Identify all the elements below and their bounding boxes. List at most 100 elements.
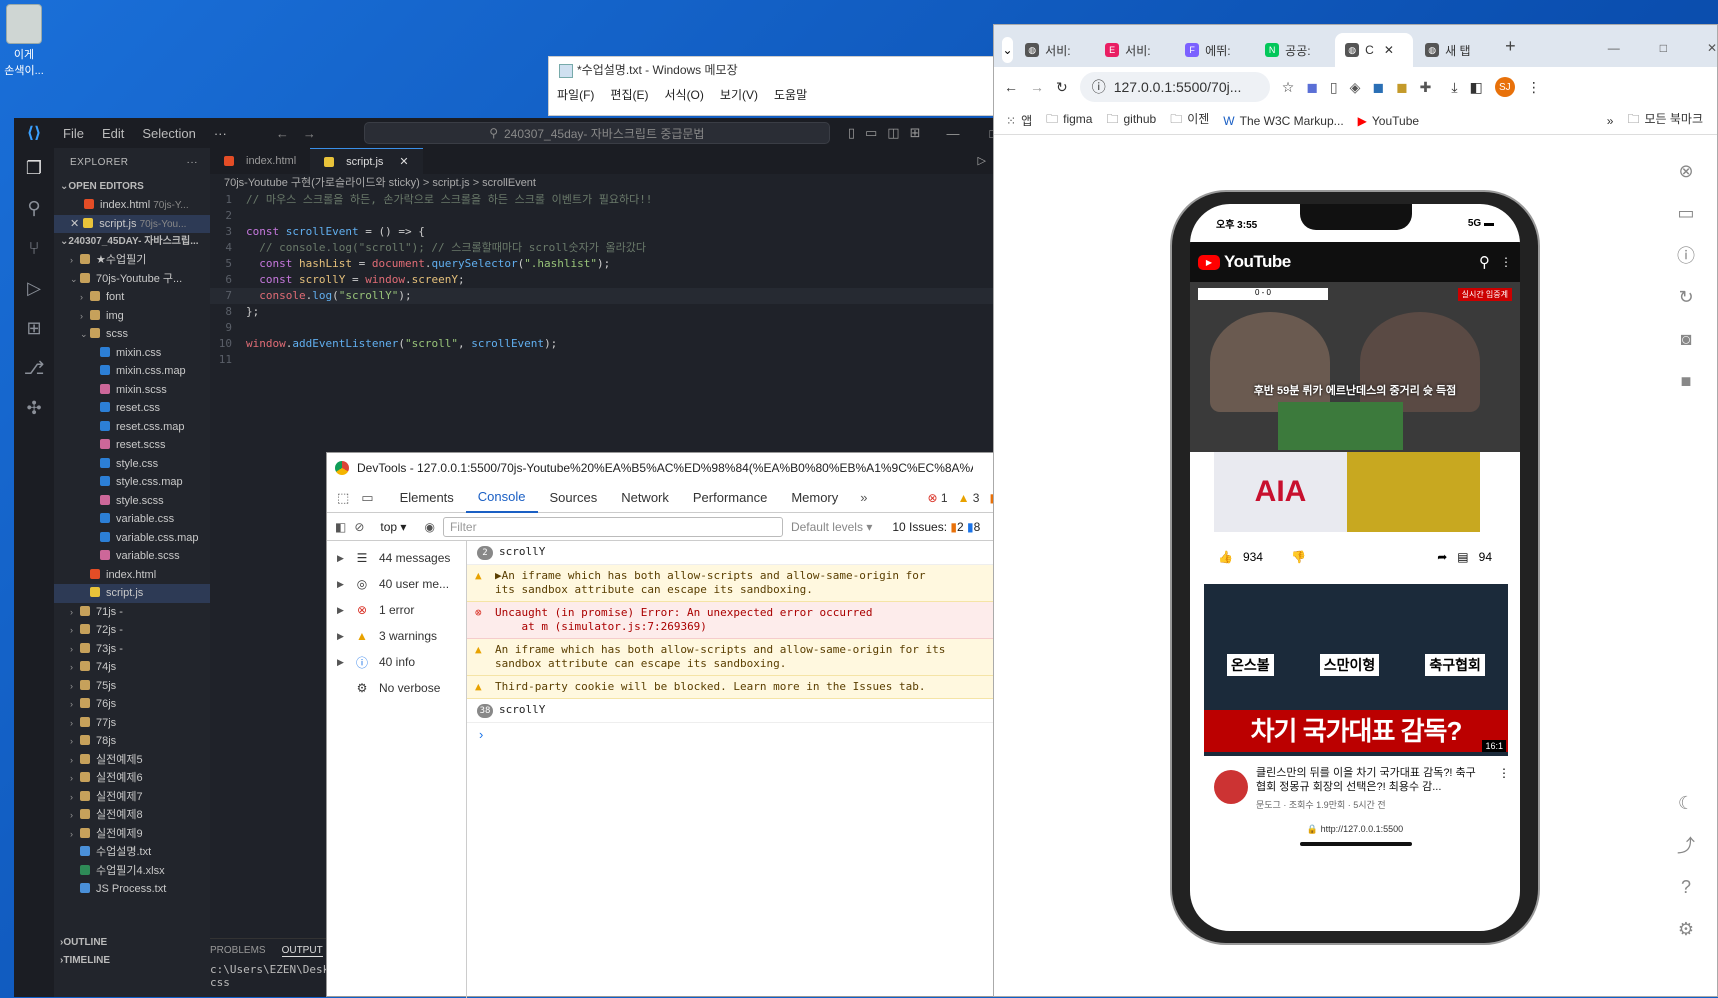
- code-line[interactable]: 10 window.addEventListener("scroll", scro…: [210, 336, 1000, 352]
- code-line[interactable]: 2: [210, 208, 1000, 224]
- bookmark-item[interactable]: W The W3C Markup...: [1223, 114, 1343, 128]
- kebab-menu-icon[interactable]: ⋮: [1527, 79, 1541, 96]
- tree-item[interactable]: variable.css: [54, 510, 210, 529]
- video2-title[interactable]: 클린스만의 뒤를 이을 차기 국가대표 감독?! 축구협회 정몽규 회장의 선택…: [1256, 766, 1478, 794]
- tab-elements[interactable]: Elements: [388, 484, 466, 512]
- browser-tab[interactable]: ◍ C ✕: [1335, 33, 1414, 67]
- video-icon[interactable]: ■: [1664, 360, 1708, 402]
- remote-icon[interactable]: ✣: [14, 388, 54, 428]
- channel-avatar[interactable]: [1214, 770, 1248, 804]
- code-line[interactable]: 1 // 마우스 스크롤을 하든, 손가락으로 스크롤을 하든 스크롤 이벤트가 …: [210, 192, 1000, 208]
- dark-mode-icon[interactable]: ☾: [1664, 782, 1708, 824]
- tree-item[interactable]: 수업설명.txt: [54, 843, 210, 862]
- all-bookmarks[interactable]: 🗀 모든 북마크: [1627, 110, 1703, 131]
- menu-more[interactable]: ···: [205, 126, 236, 141]
- notepad-menu-format[interactable]: 서식(O): [664, 86, 703, 103]
- share-icon[interactable]: ➦: [1437, 550, 1447, 564]
- download-icon[interactable]: ⤓: [1451, 79, 1457, 96]
- tree-item[interactable]: style.css.map: [54, 473, 210, 492]
- tab-performance[interactable]: Performance: [681, 484, 779, 512]
- tab-network[interactable]: Network: [609, 484, 681, 512]
- close-icon[interactable]: ✕: [1384, 43, 1394, 57]
- help-icon[interactable]: ?: [1664, 866, 1708, 908]
- extension-icon-4[interactable]: ◼: [1372, 79, 1384, 96]
- bookmark-item[interactable]: ▶ YouTube: [1358, 114, 1419, 128]
- notepad-menu-view[interactable]: 보기(V): [720, 86, 758, 103]
- rotate-icon[interactable]: ↻: [1664, 276, 1708, 318]
- tree-item[interactable]: › 76js: [54, 695, 210, 714]
- side-panel-icon[interactable]: ◧: [1470, 79, 1483, 96]
- console-sidebar-item[interactable]: ▶ ▲ 3 warnings: [327, 623, 466, 649]
- filter-input[interactable]: Filter: [442, 516, 783, 537]
- phone-screen[interactable]: 오후 3:55 5G ▬ ▶ YouTube ⚲ ⋮ 0 - 0 실시간 입중계…: [1190, 204, 1520, 931]
- git-graph-icon[interactable]: ⎇: [14, 348, 54, 388]
- browser-tab[interactable]: E 서비:: [1095, 33, 1173, 67]
- timeline-header[interactable]: ›TIMELINE: [54, 952, 210, 970]
- more-bookmarks-icon[interactable]: »: [1607, 114, 1614, 128]
- extensions-icon[interactable]: ⊞: [14, 308, 54, 348]
- tree-item[interactable]: › 73js -: [54, 640, 210, 659]
- avatar[interactable]: SJ: [1494, 77, 1515, 97]
- breadcrumb[interactable]: 70js-Youtube 구현(가로슬라이드와 sticky) > script…: [210, 174, 1000, 192]
- code-line[interactable]: 6 const scrollY = window.screenY;: [210, 272, 1000, 288]
- bookmark-star-icon[interactable]: ☆: [1282, 79, 1295, 96]
- tab-search-icon[interactable]: ⌄: [1002, 37, 1014, 63]
- outline-header[interactable]: ›OUTLINE: [54, 934, 210, 952]
- inspect-element-icon[interactable]: ⬚: [327, 490, 357, 506]
- extension-icon-5[interactable]: ◼: [1396, 79, 1408, 96]
- tree-item[interactable]: reset.css: [54, 399, 210, 418]
- maximize-icon[interactable]: □: [1660, 41, 1667, 55]
- code-line[interactable]: 5 const hashList = document.querySelecto…: [210, 256, 1000, 272]
- dislike-icon[interactable]: 👎: [1291, 550, 1306, 564]
- tree-item[interactable]: › 실전예제5: [54, 751, 210, 770]
- tree-item[interactable]: index.html: [54, 566, 210, 585]
- log-levels-dropdown[interactable]: Default levels ▾: [791, 520, 872, 534]
- tree-item[interactable]: reset.css.map: [54, 418, 210, 437]
- tab-output[interactable]: OUTPUT: [281, 945, 323, 957]
- close-circle-icon[interactable]: ⊗: [1664, 150, 1708, 192]
- comment-icon[interactable]: ▤: [1457, 550, 1468, 564]
- camera-icon[interactable]: ◙: [1664, 318, 1708, 360]
- workspace-header[interactable]: ⌄240307_45DAY- 자바스크립...: [54, 233, 210, 251]
- tree-item[interactable]: › 74js: [54, 658, 210, 677]
- open-editor-item[interactable]: ✕ script.js 70js-You...: [54, 214, 210, 233]
- code-line[interactable]: 3 const scrollEvent = () => {: [210, 224, 1000, 240]
- site-info-icon[interactable]: ⓘ: [1092, 77, 1106, 97]
- browser-tab[interactable]: ◍ 새 탭: [1415, 33, 1493, 67]
- tree-item[interactable]: › 78js: [54, 732, 210, 751]
- code-line[interactable]: 8};: [210, 304, 1000, 320]
- sidebar-toggle-icon[interactable]: ◧: [335, 520, 346, 534]
- bookmark-item[interactable]: 🗀 github: [1106, 110, 1156, 131]
- code-line[interactable]: 11: [210, 352, 1000, 368]
- tree-item[interactable]: › 77js: [54, 714, 210, 733]
- menu-edit[interactable]: Edit: [93, 126, 133, 141]
- code-line[interactable]: 4 // console.log("scroll"); // 스크롤할때마다 s…: [210, 240, 1000, 256]
- devices-icon[interactable]: ▭: [1664, 192, 1708, 234]
- youtube-brand[interactable]: YouTube: [1224, 252, 1291, 272]
- tab-memory[interactable]: Memory: [779, 484, 850, 512]
- extension-icon-3[interactable]: ◈: [1350, 79, 1361, 96]
- more-tabs-icon[interactable]: »: [850, 490, 877, 505]
- info-icon[interactable]: ⓘ: [1664, 234, 1708, 276]
- context-selector[interactable]: top ▾: [380, 520, 406, 534]
- like-icon[interactable]: 👍: [1218, 550, 1233, 564]
- desktop-icon[interactable]: 이게 손색이...: [0, 0, 48, 84]
- tree-item[interactable]: › font: [54, 288, 210, 307]
- notepad-menu-edit[interactable]: 편집(E): [610, 86, 648, 103]
- extension-icon-1[interactable]: ◼: [1306, 79, 1318, 96]
- open-editors-header[interactable]: ⌄OPEN EDITORS: [54, 178, 210, 196]
- notepad-window[interactable]: *수업설명.txt - Windows 메모장 파일(F) 편집(E) 서식(O…: [548, 56, 1000, 116]
- explorer-icon[interactable]: ❐: [14, 148, 54, 188]
- command-center-search[interactable]: ⚲ 240307_45day- 자바스크립트 중급문법: [363, 122, 830, 144]
- run-debug-icon[interactable]: ▷: [14, 268, 54, 308]
- tree-item[interactable]: ⌄ scss: [54, 325, 210, 344]
- search-icon[interactable]: ⚲: [1479, 253, 1490, 271]
- tree-item[interactable]: JS Process.txt: [54, 880, 210, 899]
- reload-icon[interactable]: ↻: [1056, 79, 1068, 96]
- settings-gear-icon[interactable]: ⚙: [1664, 908, 1708, 950]
- tab-problems[interactable]: PROBLEMS: [210, 945, 266, 957]
- console-sidebar-item[interactable]: ▶ ☰ 44 messages: [327, 545, 466, 571]
- eye-icon[interactable]: ◉: [424, 520, 434, 534]
- tree-item[interactable]: style.css: [54, 455, 210, 474]
- new-tab-icon[interactable]: +: [1505, 36, 1516, 57]
